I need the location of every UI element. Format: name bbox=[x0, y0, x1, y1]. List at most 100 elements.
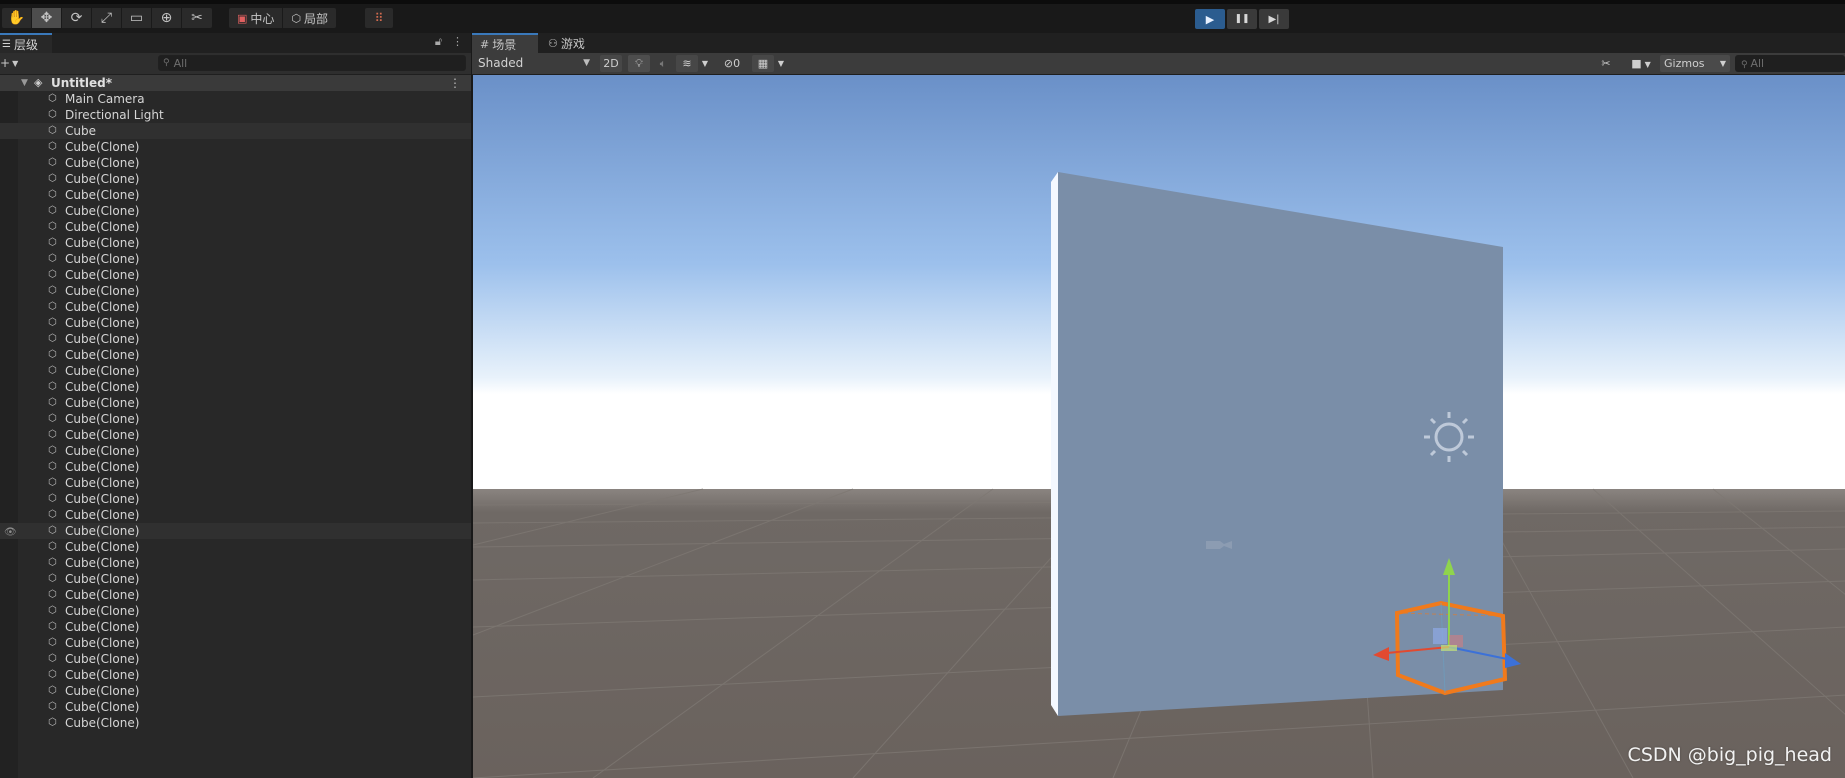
gameobject-cube-icon: ⬡ bbox=[48, 477, 57, 488]
hierarchy-item[interactable]: ⬡ Cube(Clone) bbox=[0, 555, 471, 571]
play-button[interactable]: ▶ bbox=[1195, 9, 1225, 29]
hierarchy-item[interactable]: ⬡ Cube(Clone) bbox=[0, 699, 471, 715]
hierarchy-item[interactable]: ⬡ Cube(Clone) bbox=[0, 651, 471, 667]
hierarchy-item[interactable]: ⬡ Cube(Clone) bbox=[0, 315, 471, 331]
hierarchy-item[interactable]: ⬡ Cube(Clone) bbox=[0, 171, 471, 187]
rotate-icon: ⟳ bbox=[70, 10, 83, 26]
hierarchy-item[interactable]: ⬡ Cube(Clone) bbox=[0, 139, 471, 155]
hierarchy-item[interactable]: ⬡ Cube(Clone) bbox=[0, 427, 471, 443]
rect-tool-button[interactable]: ▭ bbox=[122, 8, 152, 28]
hierarchy-item[interactable]: ⬡ Cube(Clone) bbox=[0, 683, 471, 699]
gizmos-label: Gizmos bbox=[1664, 57, 1705, 70]
audio-toggle[interactable]: 🔈︎ bbox=[652, 55, 674, 72]
gameobject-cube-icon: ⬡ bbox=[48, 269, 57, 280]
hierarchy-item[interactable]: ⬡ Cube(Clone) bbox=[0, 459, 471, 475]
scene-search-input[interactable]: ⚲ All bbox=[1735, 55, 1845, 72]
hierarchy-item[interactable]: ⬡ Cube(Clone) bbox=[0, 443, 471, 459]
pivot-group: ▣ 中心 ⬡ 局部 bbox=[229, 8, 337, 28]
hierarchy-item[interactable]: ⬡ Cube(Clone) bbox=[0, 331, 471, 347]
shading-mode-dropdown[interactable]: Shaded ▼ bbox=[476, 55, 594, 72]
hierarchy-item-label: Cube(Clone) bbox=[65, 636, 140, 650]
scale-tool-button[interactable]: ⤢ bbox=[92, 8, 122, 28]
hierarchy-item[interactable]: ⬡ Cube(Clone) bbox=[0, 379, 471, 395]
hierarchy-item-label: Cube(Clone) bbox=[65, 396, 140, 410]
lighting-toggle[interactable]: 💡︎ bbox=[628, 55, 650, 72]
hierarchy-item[interactable]: ⬡ Cube(Clone) bbox=[0, 299, 471, 315]
hand-tool-button[interactable]: ✋ bbox=[2, 8, 32, 28]
gameobject-cube-icon: ⬡ bbox=[48, 333, 57, 344]
add-button[interactable]: + ▼ bbox=[0, 54, 24, 72]
gameobject-cube-icon: ⬡ bbox=[48, 541, 57, 552]
hierarchy-item-label: Cube(Clone) bbox=[65, 332, 140, 346]
gameobject-cube-icon: ⬡ bbox=[48, 173, 57, 184]
camera-dropdown[interactable]: ■ ▼ bbox=[1622, 55, 1660, 72]
custom-tool-button[interactable]: ✂ bbox=[182, 8, 212, 28]
hierarchy-item[interactable]: ⬡ Cube(Clone) bbox=[0, 715, 471, 731]
pivot-local-label: 局部 bbox=[304, 11, 329, 26]
grid-dropdown[interactable]: ▼ bbox=[774, 55, 788, 72]
hierarchy-item[interactable]: ⬡ Cube(Clone) bbox=[0, 539, 471, 555]
hierarchy-item[interactable]: ⬡ Cube(Clone) bbox=[0, 347, 471, 363]
pivot-center-button[interactable]: ▣ 中心 bbox=[229, 8, 284, 28]
scene-tabbar: # 场景 ⚇ 游戏 bbox=[472, 33, 1845, 53]
gameobject-cube-icon: ⬡ bbox=[48, 157, 57, 168]
hierarchy-item[interactable]: ⬡ Cube(Clone) bbox=[0, 491, 471, 507]
hierarchy-item[interactable]: ⬡ Cube(Clone) bbox=[0, 475, 471, 491]
hierarchy-item-label: Cube(Clone) bbox=[65, 540, 140, 554]
gizmos-dropdown[interactable]: Gizmos ▼ bbox=[1660, 55, 1730, 72]
grid-toggle[interactable]: ▦ bbox=[752, 55, 774, 72]
grid-snap-icon[interactable]: ⠿ bbox=[375, 11, 384, 25]
hierarchy-item[interactable]: ⬡ Cube(Clone) bbox=[0, 363, 471, 379]
hierarchy-item[interactable]: ⬡ Cube(Clone) bbox=[0, 667, 471, 683]
mode-2d-button[interactable]: 2D bbox=[600, 55, 622, 72]
hierarchy-item-label: Cube(Clone) bbox=[65, 652, 140, 666]
hierarchy-item[interactable]: ⬡ Cube(Clone) bbox=[0, 587, 471, 603]
hierarchy-item[interactable]: 👁︎ ⬡ Cube(Clone) bbox=[0, 523, 471, 539]
scene-root-row[interactable]: ▼ ◈ Untitled* ⋮ bbox=[0, 75, 471, 91]
hierarchy-item[interactable]: ⬡ Cube(Clone) bbox=[0, 219, 471, 235]
hierarchy-item[interactable]: ⬡ Cube(Clone) bbox=[0, 203, 471, 219]
hierarchy-item[interactable]: ⬡ Cube(Clone) bbox=[0, 635, 471, 651]
scene-tools-button[interactable]: ✂ bbox=[1595, 55, 1617, 72]
hidden-objects-toggle[interactable]: ⊘0 bbox=[716, 55, 748, 72]
hierarchy-item[interactable]: ⬡ Cube(Clone) bbox=[0, 251, 471, 267]
move-tool-button[interactable]: ✥ bbox=[32, 8, 62, 28]
lock-icon[interactable]: 🔓︎ bbox=[435, 35, 442, 49]
hierarchy-item[interactable]: ⬡ Cube(Clone) bbox=[0, 411, 471, 427]
hierarchy-tab[interactable]: ☰ 层级 bbox=[0, 33, 52, 53]
hierarchy-item[interactable]: ⬡ Main Camera bbox=[0, 91, 471, 107]
hierarchy-item-label: Cube(Clone) bbox=[65, 572, 140, 586]
more-icon[interactable]: ⋮ bbox=[452, 35, 463, 49]
tab-scene[interactable]: # 场景 bbox=[472, 33, 538, 53]
hierarchy-search-input[interactable]: ⚲ All bbox=[158, 55, 466, 71]
expand-arrow-icon[interactable]: ▼ bbox=[21, 75, 28, 91]
scene-more-icon[interactable]: ⋮ bbox=[449, 75, 461, 91]
hierarchy-item[interactable]: ⬡ Cube(Clone) bbox=[0, 283, 471, 299]
gameobject-cube-icon: ⬡ bbox=[48, 525, 57, 536]
hierarchy-item[interactable]: ⬡ Cube(Clone) bbox=[0, 571, 471, 587]
step-button[interactable]: ▶| bbox=[1259, 9, 1289, 29]
gameobject-cube-icon: ⬡ bbox=[48, 413, 57, 424]
hierarchy-item[interactable]: ⬡ Cube(Clone) bbox=[0, 187, 471, 203]
gameobject-cube-icon: ⬡ bbox=[48, 669, 57, 680]
hierarchy-item-label: Cube(Clone) bbox=[65, 524, 140, 538]
hierarchy-item[interactable]: ⬡ Cube(Clone) bbox=[0, 507, 471, 523]
tab-game[interactable]: ⚇ 游戏 bbox=[540, 33, 593, 53]
pause-button[interactable]: ❚❚ bbox=[1227, 9, 1257, 29]
hierarchy-item[interactable]: ⬡ Cube(Clone) bbox=[0, 603, 471, 619]
hierarchy-item[interactable]: ⬡ Cube(Clone) bbox=[0, 619, 471, 635]
pivot-local-button[interactable]: ⬡ 局部 bbox=[283, 8, 336, 28]
gameobject-cube-icon: ⬡ bbox=[48, 253, 57, 264]
hierarchy-item[interactable]: ⬡ Cube(Clone) bbox=[0, 395, 471, 411]
hierarchy-item[interactable]: ⬡ Directional Light bbox=[0, 107, 471, 123]
scene-viewport[interactable]: CSDN @big_pig_head bbox=[472, 75, 1845, 778]
rotate-tool-button[interactable]: ⟳ bbox=[62, 8, 92, 28]
hierarchy-item[interactable]: ⬡ Cube(Clone) bbox=[0, 155, 471, 171]
transform-tool-button[interactable]: ⊕ bbox=[152, 8, 182, 28]
hierarchy-item[interactable]: ⬡ Cube bbox=[0, 123, 471, 139]
tools-icon: ✂ bbox=[1601, 57, 1611, 70]
hierarchy-item[interactable]: ⬡ Cube(Clone) bbox=[0, 235, 471, 251]
effects-toggle[interactable]: ≋ bbox=[676, 55, 698, 72]
hierarchy-item[interactable]: ⬡ Cube(Clone) bbox=[0, 267, 471, 283]
effects-dropdown[interactable]: ▼ bbox=[698, 55, 712, 72]
